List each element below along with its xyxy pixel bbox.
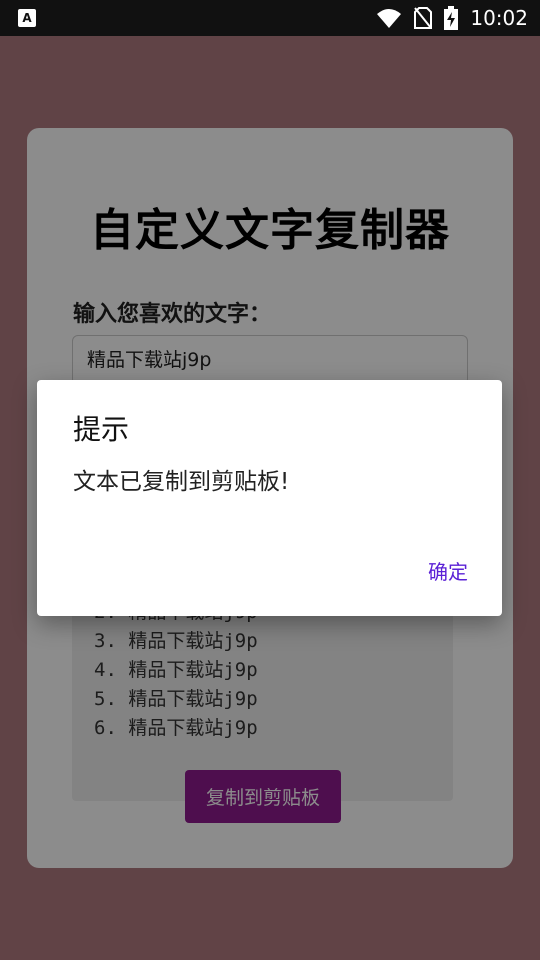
alert-dialog: 提示 文本已复制到剪贴板! 确定	[37, 380, 502, 616]
status-time: 10:02	[470, 6, 528, 30]
dialog-ok-button[interactable]: 确定	[428, 556, 468, 585]
no-sim-icon	[414, 7, 433, 29]
status-icons: 10:02	[376, 0, 528, 36]
battery-charging-icon	[444, 6, 459, 30]
status-bar: A 10:02	[0, 0, 540, 36]
dialog-title: 提示	[73, 413, 130, 446]
wifi-icon	[376, 7, 402, 29]
dialog-message: 文本已复制到剪贴板!	[73, 469, 290, 495]
app-notification-icon: A	[18, 9, 36, 27]
